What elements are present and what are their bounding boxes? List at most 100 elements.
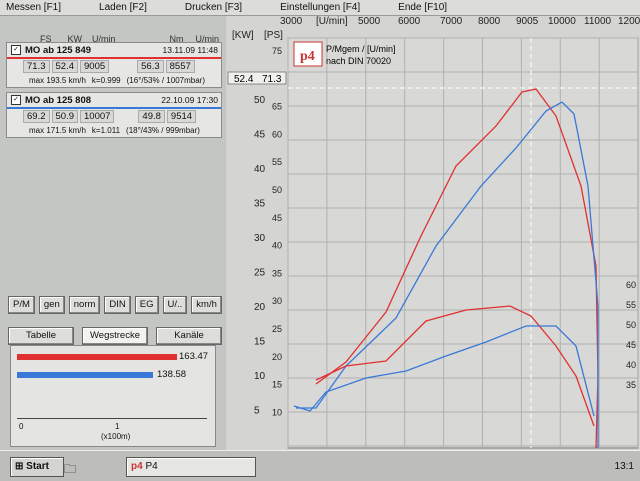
distance-value-2: 138.58 [157,369,187,380]
legend-line-2: nach DIN 70020 [326,56,391,66]
rpm-tick-7000: 7000 [440,16,463,27]
kw-tick: 35 [254,199,266,210]
distance-bar-2 [17,372,153,378]
run-rpm: 10007 [80,109,115,123]
start-label: Start [26,461,49,472]
pm-button[interactable]: P/M [8,296,35,314]
power-chart: 3000 [U/min] 5000 6000 7000 8000 9005 10… [226,16,640,450]
run-entry-2[interactable]: ✓ MO ab 125 808 22.10.09 17:30 69.2 50.9… [6,92,222,138]
run-nm: 56.3 [137,59,164,73]
right-axis-tick: 35 [626,380,636,390]
menu-messen[interactable]: Messen [F1] [6,2,61,13]
run-kw: 50.9 [51,109,78,123]
rpm-tick-6000: 6000 [398,16,421,27]
kw-tick: 15 [254,337,266,348]
right-axis-tick: 40 [626,360,636,370]
start-button[interactable]: ⊞ Start [10,457,64,477]
eg-button[interactable]: EG [134,296,159,314]
kw-tick: 10 [254,371,266,382]
kw-tick: 30 [254,233,266,244]
rpm-tick-9005: 9005 [516,16,539,27]
ps-tick: 10 [272,407,282,417]
right-axis-tick: 60 [626,280,636,290]
ps-tick: 30 [272,296,282,306]
menu-einstellungen[interactable]: Einstellungen [F4] [280,2,360,13]
rpm-tick-5000: 5000 [358,16,381,27]
ps-tick: 65 [272,102,282,112]
menu-drucken[interactable]: Drucken [F3] [185,2,242,13]
ps-tick: 40 [272,241,282,251]
run-nm-rpm: 8557 [165,59,195,73]
run-fs: 71.3 [23,59,50,73]
norm-button[interactable]: norm [68,296,101,314]
run-kw: 52.4 [51,59,78,73]
right-axis-tick: 45 [626,340,636,350]
taskbar-app-p4[interactable]: p4 P4 [126,457,256,477]
run-vmax: max 193.5 km/h [29,75,86,85]
ps-tick: 20 [272,352,282,362]
ps-tick: 60 [272,129,282,139]
ps-tick: 50 [272,185,282,195]
rpm-axis-label: [U/min] [316,16,348,27]
left-panel: FS KW U/min Nm U/min ✓ MO ab 125 849 13.… [0,16,226,450]
run-rpm: 9005 [80,59,110,73]
run-k: k=0.999 [91,75,121,85]
run-vmax: max 171.5 km/h [29,125,86,135]
taskbar-app-label: P4 [145,461,158,472]
ps-tick: 15 [272,380,282,390]
ps-tick: 55 [272,157,282,167]
distance-unit: (x100m) [101,432,131,441]
run-checkbox[interactable]: ✓ [11,45,21,55]
distance-axis-0: 0 [19,422,24,431]
run-name: MO ab 125 849 [25,44,92,56]
menu-ende[interactable]: Ende [F10] [398,2,447,13]
legend-line-1: P/Mgem / [U/min] [326,44,396,54]
right-axis-tick: 55 [626,300,636,310]
run-entry-1[interactable]: ✓ MO ab 125 849 13.11.09 11:48 71.3 52.4… [6,42,222,88]
run-name: MO ab 125 808 [25,94,92,106]
ps-tick: 45 [272,213,282,223]
ps-axis-label: [PS] [264,30,283,41]
ps-tick: 75 [272,46,282,56]
menu-laden[interactable]: Laden [F2] [99,2,147,13]
run-cond: (16°/53% / 1007mbar) [126,75,205,85]
taskbar: ⊞ Start 🗀 p4 P4 13:1 [0,450,640,481]
distance-value-1: 163.47 [179,351,209,362]
tab-wegstrecke[interactable]: Wegstrecke [82,327,148,345]
run-date: 13.11.09 11:48 [162,45,218,55]
run-k: k=1.011 [91,125,121,135]
distance-bar-1 [17,354,177,360]
kmh-button[interactable]: km/h [191,296,222,314]
tab-kanaele[interactable]: Kanäle [156,327,222,345]
run-fs: 69.2 [23,109,50,123]
run-checkbox[interactable]: ✓ [11,95,21,105]
tab-tabelle[interactable]: Tabelle [8,327,74,345]
menu-bar: Messen [F1] Laden [F2] Drucken [F3] Eins… [0,0,640,16]
mode-button-row: P/M gen norm DIN EG U/.. km/h [8,296,222,314]
rpm-tick-3000: 3000 [280,16,303,27]
right-axis-tick: 50 [626,320,636,330]
kw-tick: 40 [254,164,266,175]
svg-text:p4: p4 [300,49,315,64]
marker-ps-value: 71.3 [262,74,282,85]
quicklaunch-icon[interactable]: 🗀 [64,460,76,481]
kw-tick: 5 [254,406,260,417]
run-cond: (18°/43% / 999mbar) [126,125,200,135]
umin-button[interactable]: U/.. [162,296,188,314]
din-button[interactable]: DIN [104,296,131,314]
ps-tick: 25 [272,324,282,334]
kw-tick: 20 [254,302,266,313]
rpm-tick-10000: 10000 [548,16,576,27]
chart-svg: 3000 [U/min] 5000 6000 7000 8000 9005 10… [227,16,640,449]
run-date: 22.10.09 17:30 [161,95,218,105]
distance-axis-1: 1 [115,422,120,431]
distance-panel: 163.47 138.58 0 1 (x100m) [10,345,216,447]
marker-kw-value: 52.4 [234,74,254,85]
rpm-tick-12000: 12000 [618,16,640,27]
ps-tick: 35 [272,268,282,278]
gen-button[interactable]: gen [38,296,65,314]
kw-axis-label: [KW] [232,30,254,41]
kw-tick: 45 [254,130,266,141]
rpm-tick-11000: 11000 [584,16,612,27]
kw-tick: 50 [254,95,266,106]
